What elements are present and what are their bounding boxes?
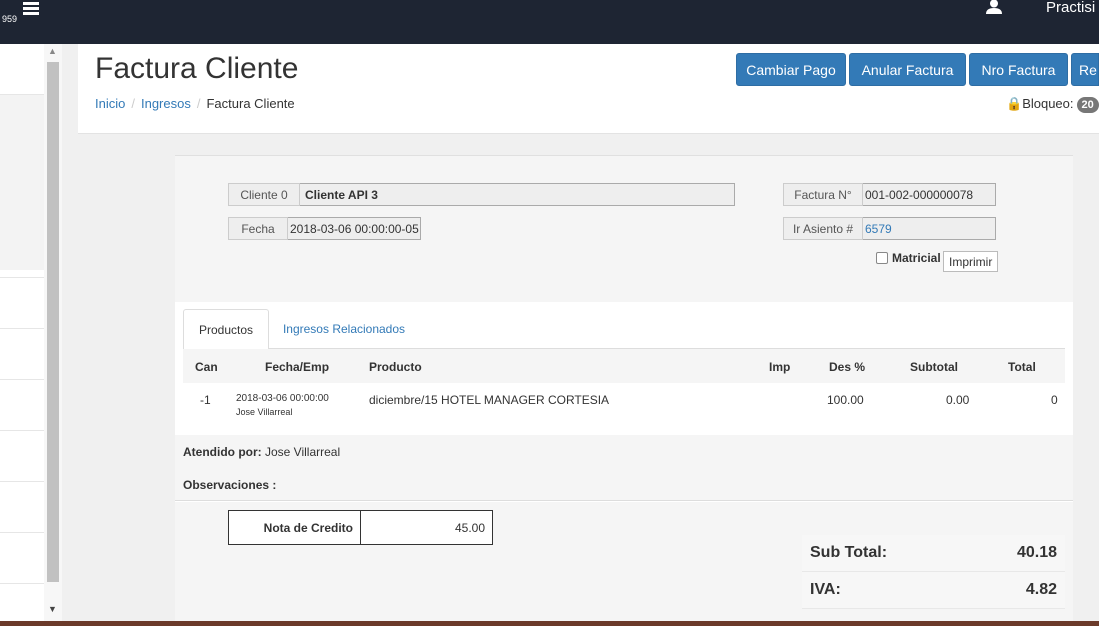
top-navbar: 959 Practisi xyxy=(0,0,1099,44)
cambiar-pago-button[interactable]: Cambiar Pago xyxy=(736,53,846,86)
asiento-label: Ir Asiento # xyxy=(783,217,863,240)
atendido-label: Atendido por: xyxy=(183,445,262,459)
tab-productos[interactable]: Productos xyxy=(183,309,269,350)
cell-can: -1 xyxy=(200,393,211,407)
asiento-field: Ir Asiento # 6579 xyxy=(783,217,996,240)
sidebar-divider xyxy=(0,379,44,380)
lock-badge: 20 xyxy=(1076,97,1099,113)
cell-producto: diciembre/15 HOTEL MANAGER CORTESIA xyxy=(369,393,610,407)
subtotal-label: Sub Total: xyxy=(810,544,888,561)
menu-icon[interactable] xyxy=(23,2,39,16)
col-des: Des % xyxy=(829,360,866,374)
sidebar-divider xyxy=(0,481,44,482)
nro-factura-button[interactable]: Nro Factura xyxy=(969,53,1068,86)
sidebar-divider xyxy=(0,430,44,431)
subtotal-value: 40.18 xyxy=(1016,544,1057,561)
scroll-down-icon[interactable]: ▼ xyxy=(48,604,57,614)
table-header: Can Fecha/Emp Producto Imp Des % Subtota… xyxy=(183,349,1065,383)
factura-label: Factura N° xyxy=(783,183,863,206)
lock-label: Bloqueo: xyxy=(1022,96,1074,111)
cell-total: 0 xyxy=(1051,393,1058,407)
col-can: Can xyxy=(195,360,218,374)
lock-icon: 🔒 xyxy=(1006,96,1023,111)
scrollbar-thumb[interactable] xyxy=(47,62,59,582)
observaciones-row: Observaciones : xyxy=(175,467,1073,501)
matricial-label: Matricial xyxy=(892,251,941,265)
matricial-checkbox[interactable]: Matricial xyxy=(876,251,941,265)
user-name[interactable]: Practisi xyxy=(1046,0,1095,16)
col-producto: Producto xyxy=(369,360,422,374)
breadcrumb: Inicio / Ingresos / Factura Cliente xyxy=(95,96,295,111)
cliente-label: Cliente 0 xyxy=(228,183,300,206)
cell-emp: Jose Villarreal xyxy=(236,407,293,417)
fecha-input[interactable]: 2018-03-06 00:00:00-05 xyxy=(288,217,421,240)
table-row: -1 2018-03-06 00:00:00 Jose Villarreal d… xyxy=(183,383,1065,435)
imprimir-button[interactable]: Imprimir xyxy=(943,251,999,272)
fecha-field: Fecha 2018-03-06 00:00:00-05 xyxy=(228,217,421,240)
atendido-value: Jose Villarreal xyxy=(265,445,341,459)
sidebar: ▲ ▼ xyxy=(0,44,62,626)
col-fecha-emp: Fecha/Emp xyxy=(265,360,330,374)
nota-credito-table: Nota de Credito 45.00 xyxy=(228,510,493,545)
invoice-panel: Cliente 0 Cliente API 3 Fecha 2018-03-06… xyxy=(175,155,1073,626)
cliente-field: Cliente 0 Cliente API 3 xyxy=(228,183,735,206)
totals-table: Sub Total: 40.18 IVA: 4.82 xyxy=(802,535,1065,609)
re-button[interactable]: Re xyxy=(1071,53,1099,86)
atendido-row: Atendido por: Jose Villarreal xyxy=(175,435,1073,467)
lock-status: 🔒Bloqueo: 20 xyxy=(1006,96,1099,113)
user-icon[interactable] xyxy=(985,0,1003,14)
factura-field: Factura N° 001-002-000000078 xyxy=(783,183,996,206)
page-header: Factura Cliente Inicio / Ingresos / Factura … xyxy=(78,44,1099,134)
subtotal-row: Sub Total: 40.18 xyxy=(802,535,1065,572)
cell-des: 100.00 xyxy=(827,393,864,407)
sidebar-divider xyxy=(0,277,44,278)
col-total: Total xyxy=(1008,360,1036,374)
nota-credito-value: 45.00 xyxy=(454,520,485,535)
sidebar-active-item[interactable] xyxy=(0,94,44,270)
iva-row: IVA: 4.82 xyxy=(802,572,1065,609)
observaciones-label: Observaciones : xyxy=(183,478,277,492)
tab-bar: Productos Ingresos Relacionados xyxy=(183,309,1065,350)
sidebar-divider xyxy=(0,583,44,584)
breadcrumb-current: Factura Cliente xyxy=(206,96,295,111)
col-subtotal: Subtotal xyxy=(910,360,958,374)
page-title: Factura Cliente xyxy=(95,52,299,85)
checkbox-box[interactable] xyxy=(876,252,888,264)
fecha-label: Fecha xyxy=(228,217,288,240)
iva-label: IVA: xyxy=(810,581,841,598)
iva-value: 4.82 xyxy=(1025,581,1057,598)
sidebar-divider xyxy=(0,328,44,329)
sidebar-divider xyxy=(0,532,44,533)
cliente-input[interactable]: Cliente API 3 xyxy=(300,183,735,206)
notification-count: 959 xyxy=(2,14,18,24)
os-taskbar xyxy=(0,621,1099,626)
factura-number: 001-002-000000078 xyxy=(863,183,996,206)
col-imp: Imp xyxy=(769,360,791,374)
tab-ingresos-relacionados[interactable]: Ingresos Relacionados xyxy=(279,309,409,349)
cell-fecha: 2018-03-06 00:00:00 xyxy=(236,393,329,404)
asiento-link[interactable]: 6579 xyxy=(863,217,996,240)
scroll-up-icon[interactable]: ▲ xyxy=(48,46,57,56)
nota-credito-label: Nota de Credito xyxy=(229,511,361,544)
cell-subtotal: 0.00 xyxy=(946,393,970,407)
anular-factura-button[interactable]: Anular Factura xyxy=(849,53,966,86)
breadcrumb-inicio[interactable]: Inicio xyxy=(95,96,125,111)
breadcrumb-ingresos[interactable]: Ingresos xyxy=(141,96,191,111)
